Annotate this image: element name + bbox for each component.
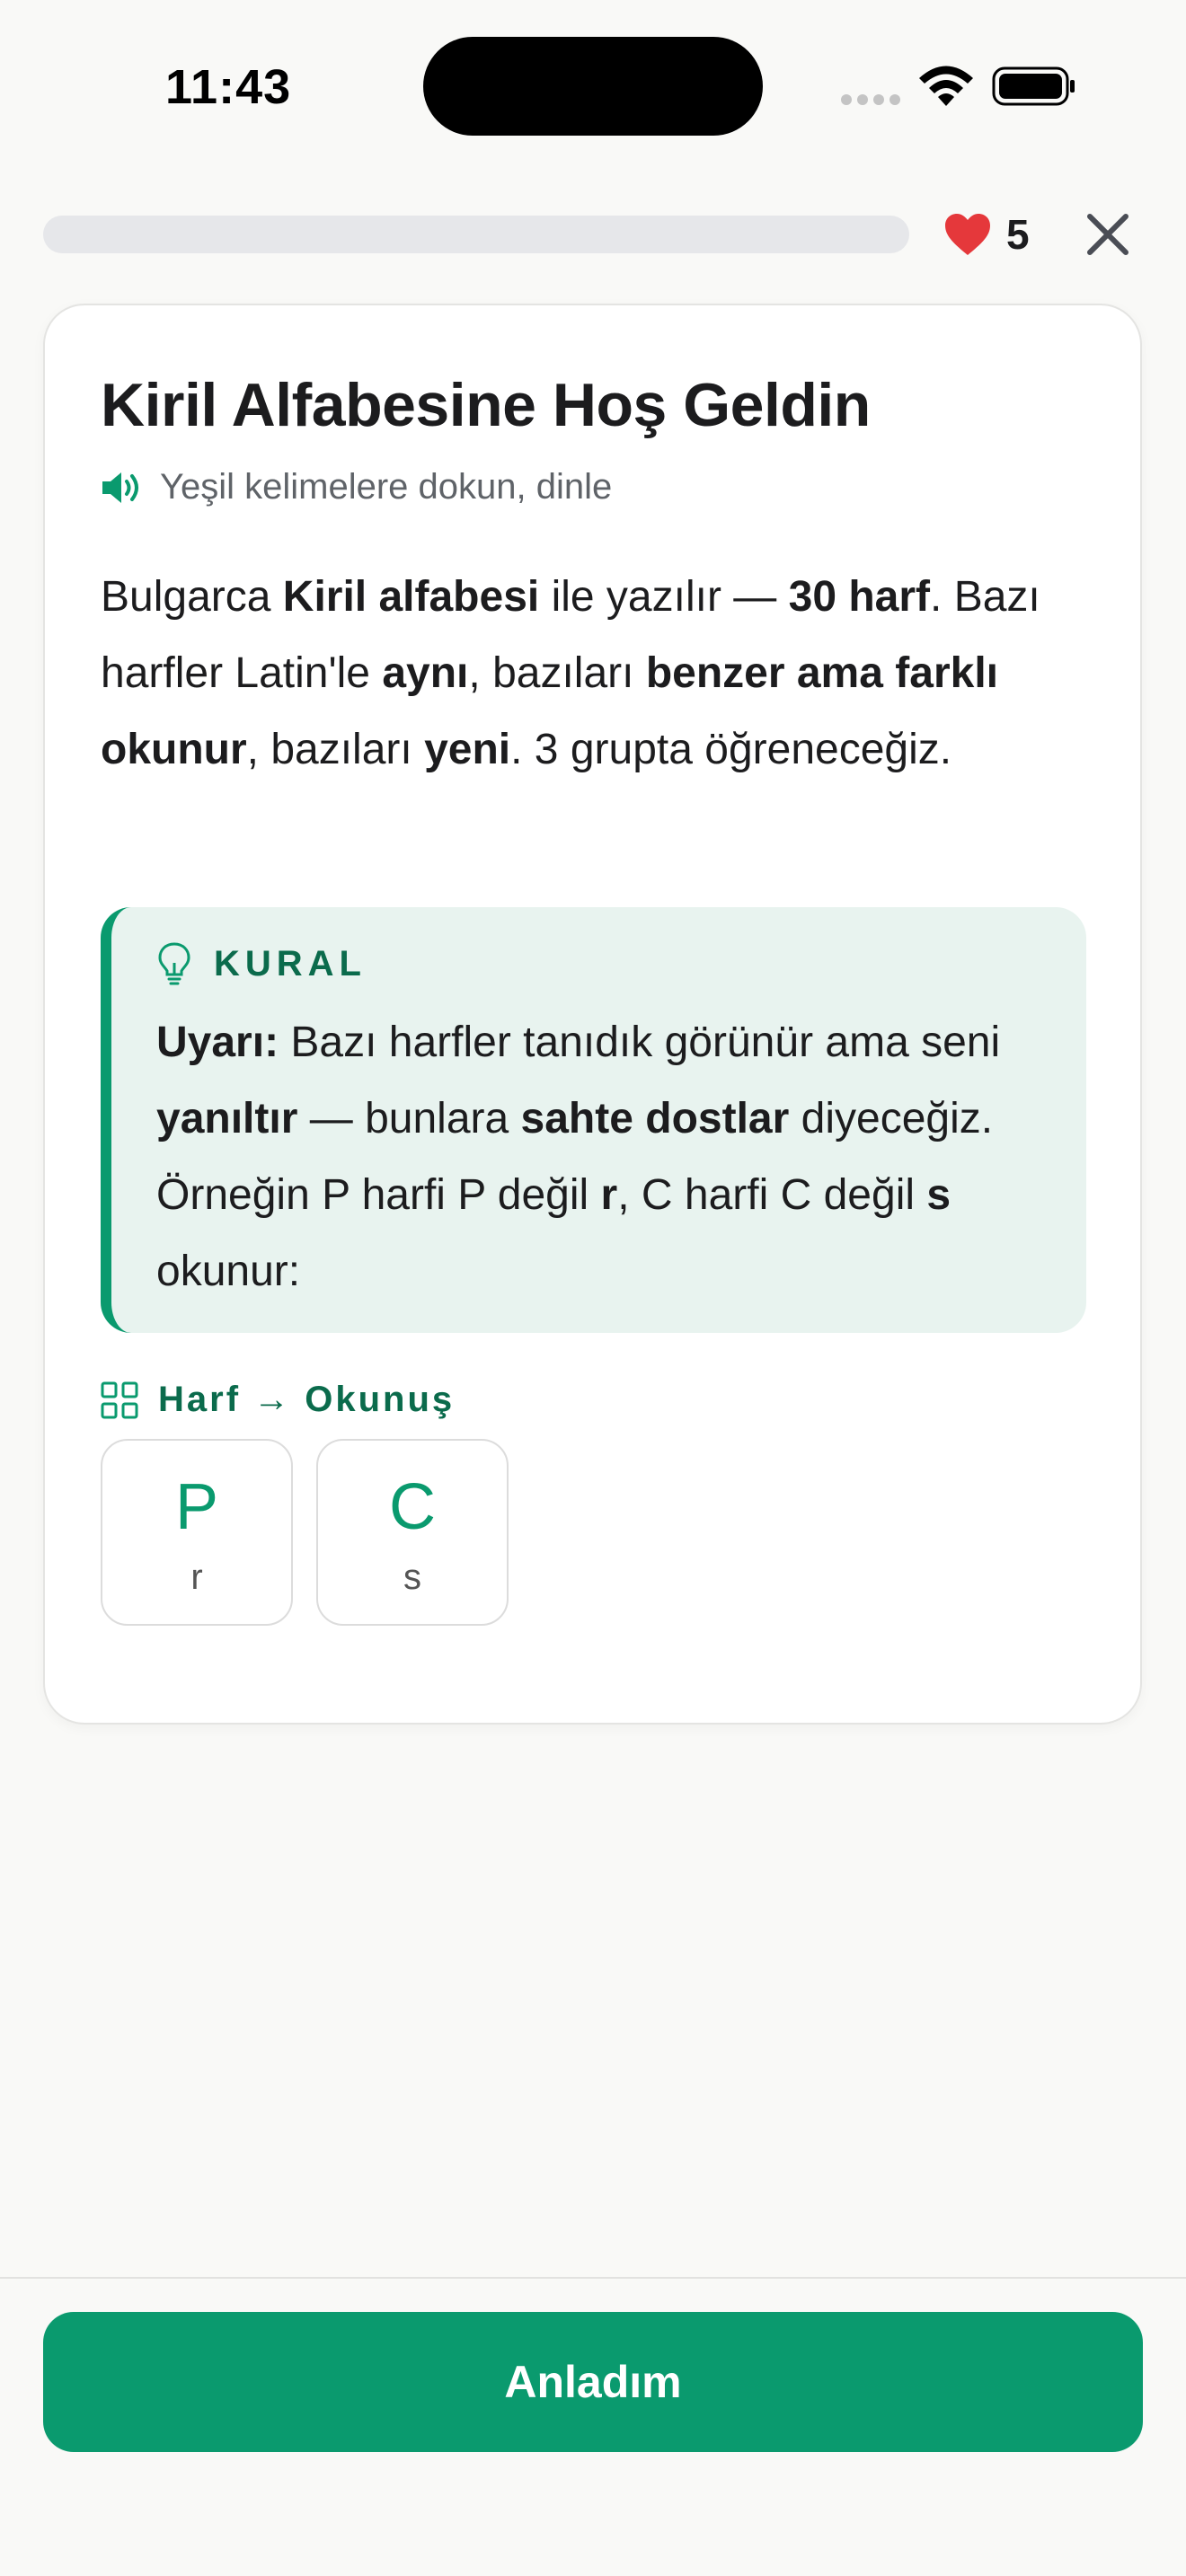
rule-segment: r (600, 1171, 618, 1219)
body-segment: , bazıları (246, 726, 425, 773)
body-segment: , bazıları (468, 649, 646, 697)
lesson-title: Kiril Alfabesine Hoş Geldin (101, 371, 871, 439)
footer-divider (0, 2277, 1186, 2279)
battery-icon (992, 66, 1075, 106)
continue-button[interactable]: Anladım (43, 2312, 1143, 2452)
rule-segment: , C harfi C değil (617, 1171, 927, 1219)
letter-tile[interactable]: P r (101, 1439, 293, 1626)
body-segment: 30 harf (788, 573, 931, 621)
rule-segment: sahte dostlar (520, 1095, 790, 1142)
close-icon[interactable] (1084, 211, 1131, 258)
lesson-body-text: Bulgarca Kiril alfabesi ile yazılır — 30… (101, 559, 1107, 788)
letter-table-title: Harf → Okunuş (158, 1380, 456, 1419)
grid-icon (101, 1381, 138, 1418)
lesson-progress-bar (43, 216, 909, 253)
listen-hint: Yeşil kelimelere dokun, dinle (101, 467, 612, 507)
dynamic-island (423, 37, 763, 136)
tile-reading: s (403, 1557, 421, 1597)
wifi-icon (919, 66, 973, 106)
cellular-signal-icon (841, 93, 906, 110)
heart-icon (945, 214, 990, 255)
rule-segment: — bunlara (297, 1095, 521, 1142)
rule-text: Uyarı: Bazı harfler tanıdık görünür ama … (156, 1004, 1064, 1310)
lives-count: 5 (1006, 211, 1030, 258)
tile-letter: C (389, 1471, 436, 1543)
lightbulb-icon (158, 942, 190, 985)
letter-table-header: Harf → Okunuş (101, 1380, 455, 1420)
body-segment: aynı (382, 649, 469, 697)
speaker-icon (102, 472, 138, 503)
tile-reading: r (190, 1557, 203, 1597)
rule-segment: okunur: (156, 1248, 301, 1295)
rule-callout: KURAL Uyarı: Bazı harfler tanıdık görünü… (101, 907, 1086, 1333)
body-segment: Bulgarca (101, 573, 283, 621)
rule-segment: Bazı harfler tanıdık görünür ama seni (279, 1019, 1001, 1066)
rule-header: KURAL (156, 941, 367, 986)
rule-segment: s (926, 1171, 951, 1219)
tile-letter: P (174, 1471, 219, 1543)
body-segment: . 3 grupta öğreneceğiz. (510, 726, 952, 773)
rule-label: KURAL (214, 943, 367, 984)
status-time: 11:43 (165, 60, 292, 114)
letter-tile[interactable]: C s (316, 1439, 509, 1626)
lesson-card: Kiril Alfabesine Hoş Geldin Yeşil kelime… (43, 304, 1142, 1725)
letter-tiles: P r C s (101, 1439, 509, 1626)
rule-segment: yanıltır (156, 1095, 298, 1142)
rule-segment: Uyarı: (156, 1019, 279, 1066)
status-bar: 11:43 (0, 0, 1186, 171)
body-segment: Kiril alfabesi (282, 573, 540, 621)
hint-text: Yeşil kelimelere dokun, dinle (160, 467, 613, 507)
body-segment: yeni (424, 726, 511, 773)
body-segment: ile yazılır — (539, 573, 789, 621)
